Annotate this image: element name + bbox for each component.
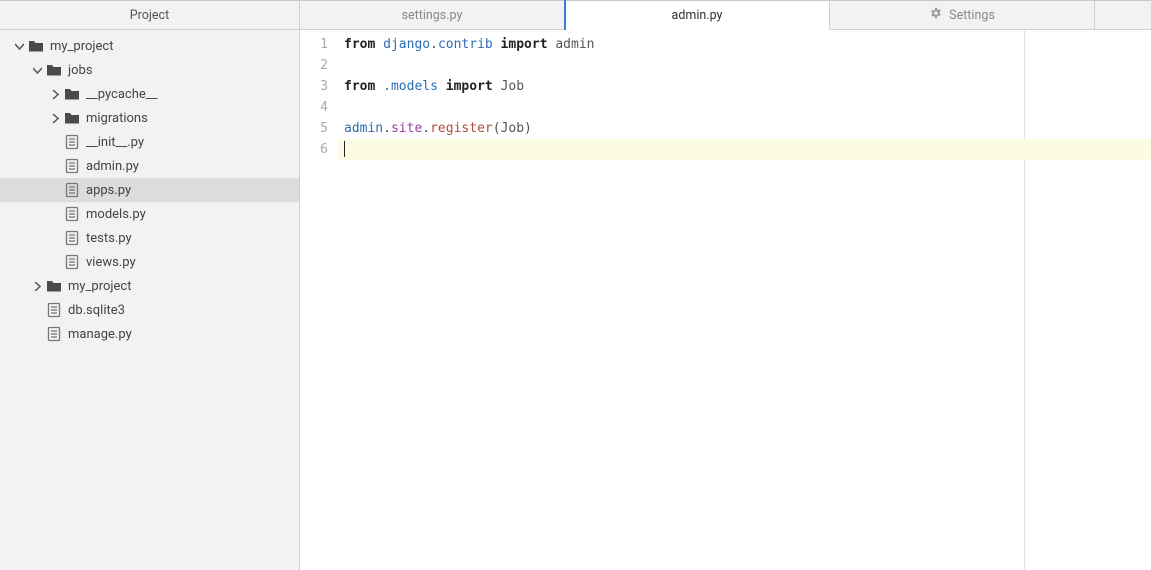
tree-item-label: apps.py	[86, 183, 131, 198]
tree-item-label: models.py	[86, 207, 146, 222]
tree-item-label: __pycache__	[86, 87, 158, 102]
code-line[interactable]: admin.site.register(Job)	[338, 118, 1151, 139]
code-line[interactable]	[338, 97, 1151, 118]
expander-placeholder	[48, 231, 62, 245]
tree-item--pycache-[interactable]: __pycache__	[0, 82, 299, 106]
expander-icon[interactable]	[12, 39, 26, 53]
folder-icon	[28, 38, 44, 54]
sidebar-title: Project	[0, 0, 299, 30]
project-sidebar: Project my_projectjobs__pycache__migrati…	[0, 0, 300, 570]
line-number: 4	[300, 97, 328, 118]
line-number: 5	[300, 118, 328, 139]
expander-placeholder	[48, 183, 62, 197]
tree-item-views-py[interactable]: views.py	[0, 250, 299, 274]
file-icon	[64, 182, 80, 198]
tree-item-label: tests.py	[86, 231, 132, 246]
tab-admin-py[interactable]: admin.py	[565, 1, 830, 30]
tree-item-label: db.sqlite3	[68, 303, 125, 318]
tree-item-jobs[interactable]: jobs	[0, 58, 299, 82]
file-icon	[64, 206, 80, 222]
tree-item-migrations[interactable]: migrations	[0, 106, 299, 130]
editor[interactable]: 123456 from django.contrib import adminf…	[300, 30, 1151, 570]
line-number: 6	[300, 139, 328, 160]
tree-item-label: my_project	[50, 39, 113, 54]
folder-icon	[46, 278, 62, 294]
expander-icon[interactable]	[48, 87, 62, 101]
tree-item-db-sqlite3[interactable]: db.sqlite3	[0, 298, 299, 322]
tree-item-label: jobs	[68, 63, 93, 78]
line-number: 3	[300, 76, 328, 97]
editor-gutter: 123456	[300, 30, 338, 570]
expander-icon[interactable]	[30, 63, 44, 77]
expander-icon[interactable]	[48, 111, 62, 125]
tab-settings-py[interactable]: settings.py	[300, 1, 565, 29]
line-number: 1	[300, 34, 328, 55]
tree-item-label: manage.py	[68, 327, 132, 342]
right-margin-guide	[1024, 30, 1025, 570]
code-line[interactable]: from django.contrib import admin	[338, 34, 1151, 55]
expander-placeholder	[30, 303, 44, 317]
active-tab-indicator	[564, 0, 566, 30]
tree-item-admin-py[interactable]: admin.py	[0, 154, 299, 178]
folder-icon	[64, 110, 80, 126]
project-tree[interactable]: my_projectjobs__pycache__migrations__ini…	[0, 30, 299, 346]
expander-icon[interactable]	[30, 279, 44, 293]
main-area: settings.py admin.py Settings 123456 from …	[300, 0, 1151, 570]
tree-item-label: views.py	[86, 255, 136, 270]
editor-tabbar: settings.py admin.py Settings	[300, 0, 1151, 30]
tree-item-label: migrations	[86, 111, 148, 126]
code-line[interactable]	[338, 55, 1151, 76]
file-icon	[46, 302, 62, 318]
tree-item-tests-py[interactable]: tests.py	[0, 226, 299, 250]
tree-item-manage-py[interactable]: manage.py	[0, 322, 299, 346]
file-icon	[64, 254, 80, 270]
folder-icon	[64, 86, 80, 102]
text-caret	[344, 141, 345, 157]
gear-icon	[929, 6, 943, 24]
line-number: 2	[300, 55, 328, 76]
tree-item-label: admin.py	[86, 159, 139, 174]
file-icon	[64, 158, 80, 174]
tree-item-my-project[interactable]: my_project	[0, 274, 299, 298]
file-icon	[64, 230, 80, 246]
tab-label: admin.py	[672, 8, 723, 23]
expander-placeholder	[48, 135, 62, 149]
tab-label: Settings	[949, 8, 995, 23]
tab-settings[interactable]: Settings	[830, 1, 1095, 29]
code-line[interactable]: from .models import Job	[338, 76, 1151, 97]
tree-item-label: my_project	[68, 279, 131, 294]
file-icon	[46, 326, 62, 342]
file-icon	[64, 134, 80, 150]
tab-label: settings.py	[402, 8, 463, 23]
tree-item-apps-py[interactable]: apps.py	[0, 178, 299, 202]
editor-content[interactable]: from django.contrib import admin from .mo…	[338, 30, 1151, 570]
expander-placeholder	[48, 207, 62, 221]
expander-placeholder	[30, 327, 44, 341]
tree-item--init-py[interactable]: __init__.py	[0, 130, 299, 154]
tree-item-my-project[interactable]: my_project	[0, 34, 299, 58]
code-line[interactable]	[338, 139, 1151, 160]
expander-placeholder	[48, 255, 62, 269]
tree-item-models-py[interactable]: models.py	[0, 202, 299, 226]
tree-item-label: __init__.py	[86, 135, 144, 150]
folder-icon	[46, 62, 62, 78]
expander-placeholder	[48, 159, 62, 173]
